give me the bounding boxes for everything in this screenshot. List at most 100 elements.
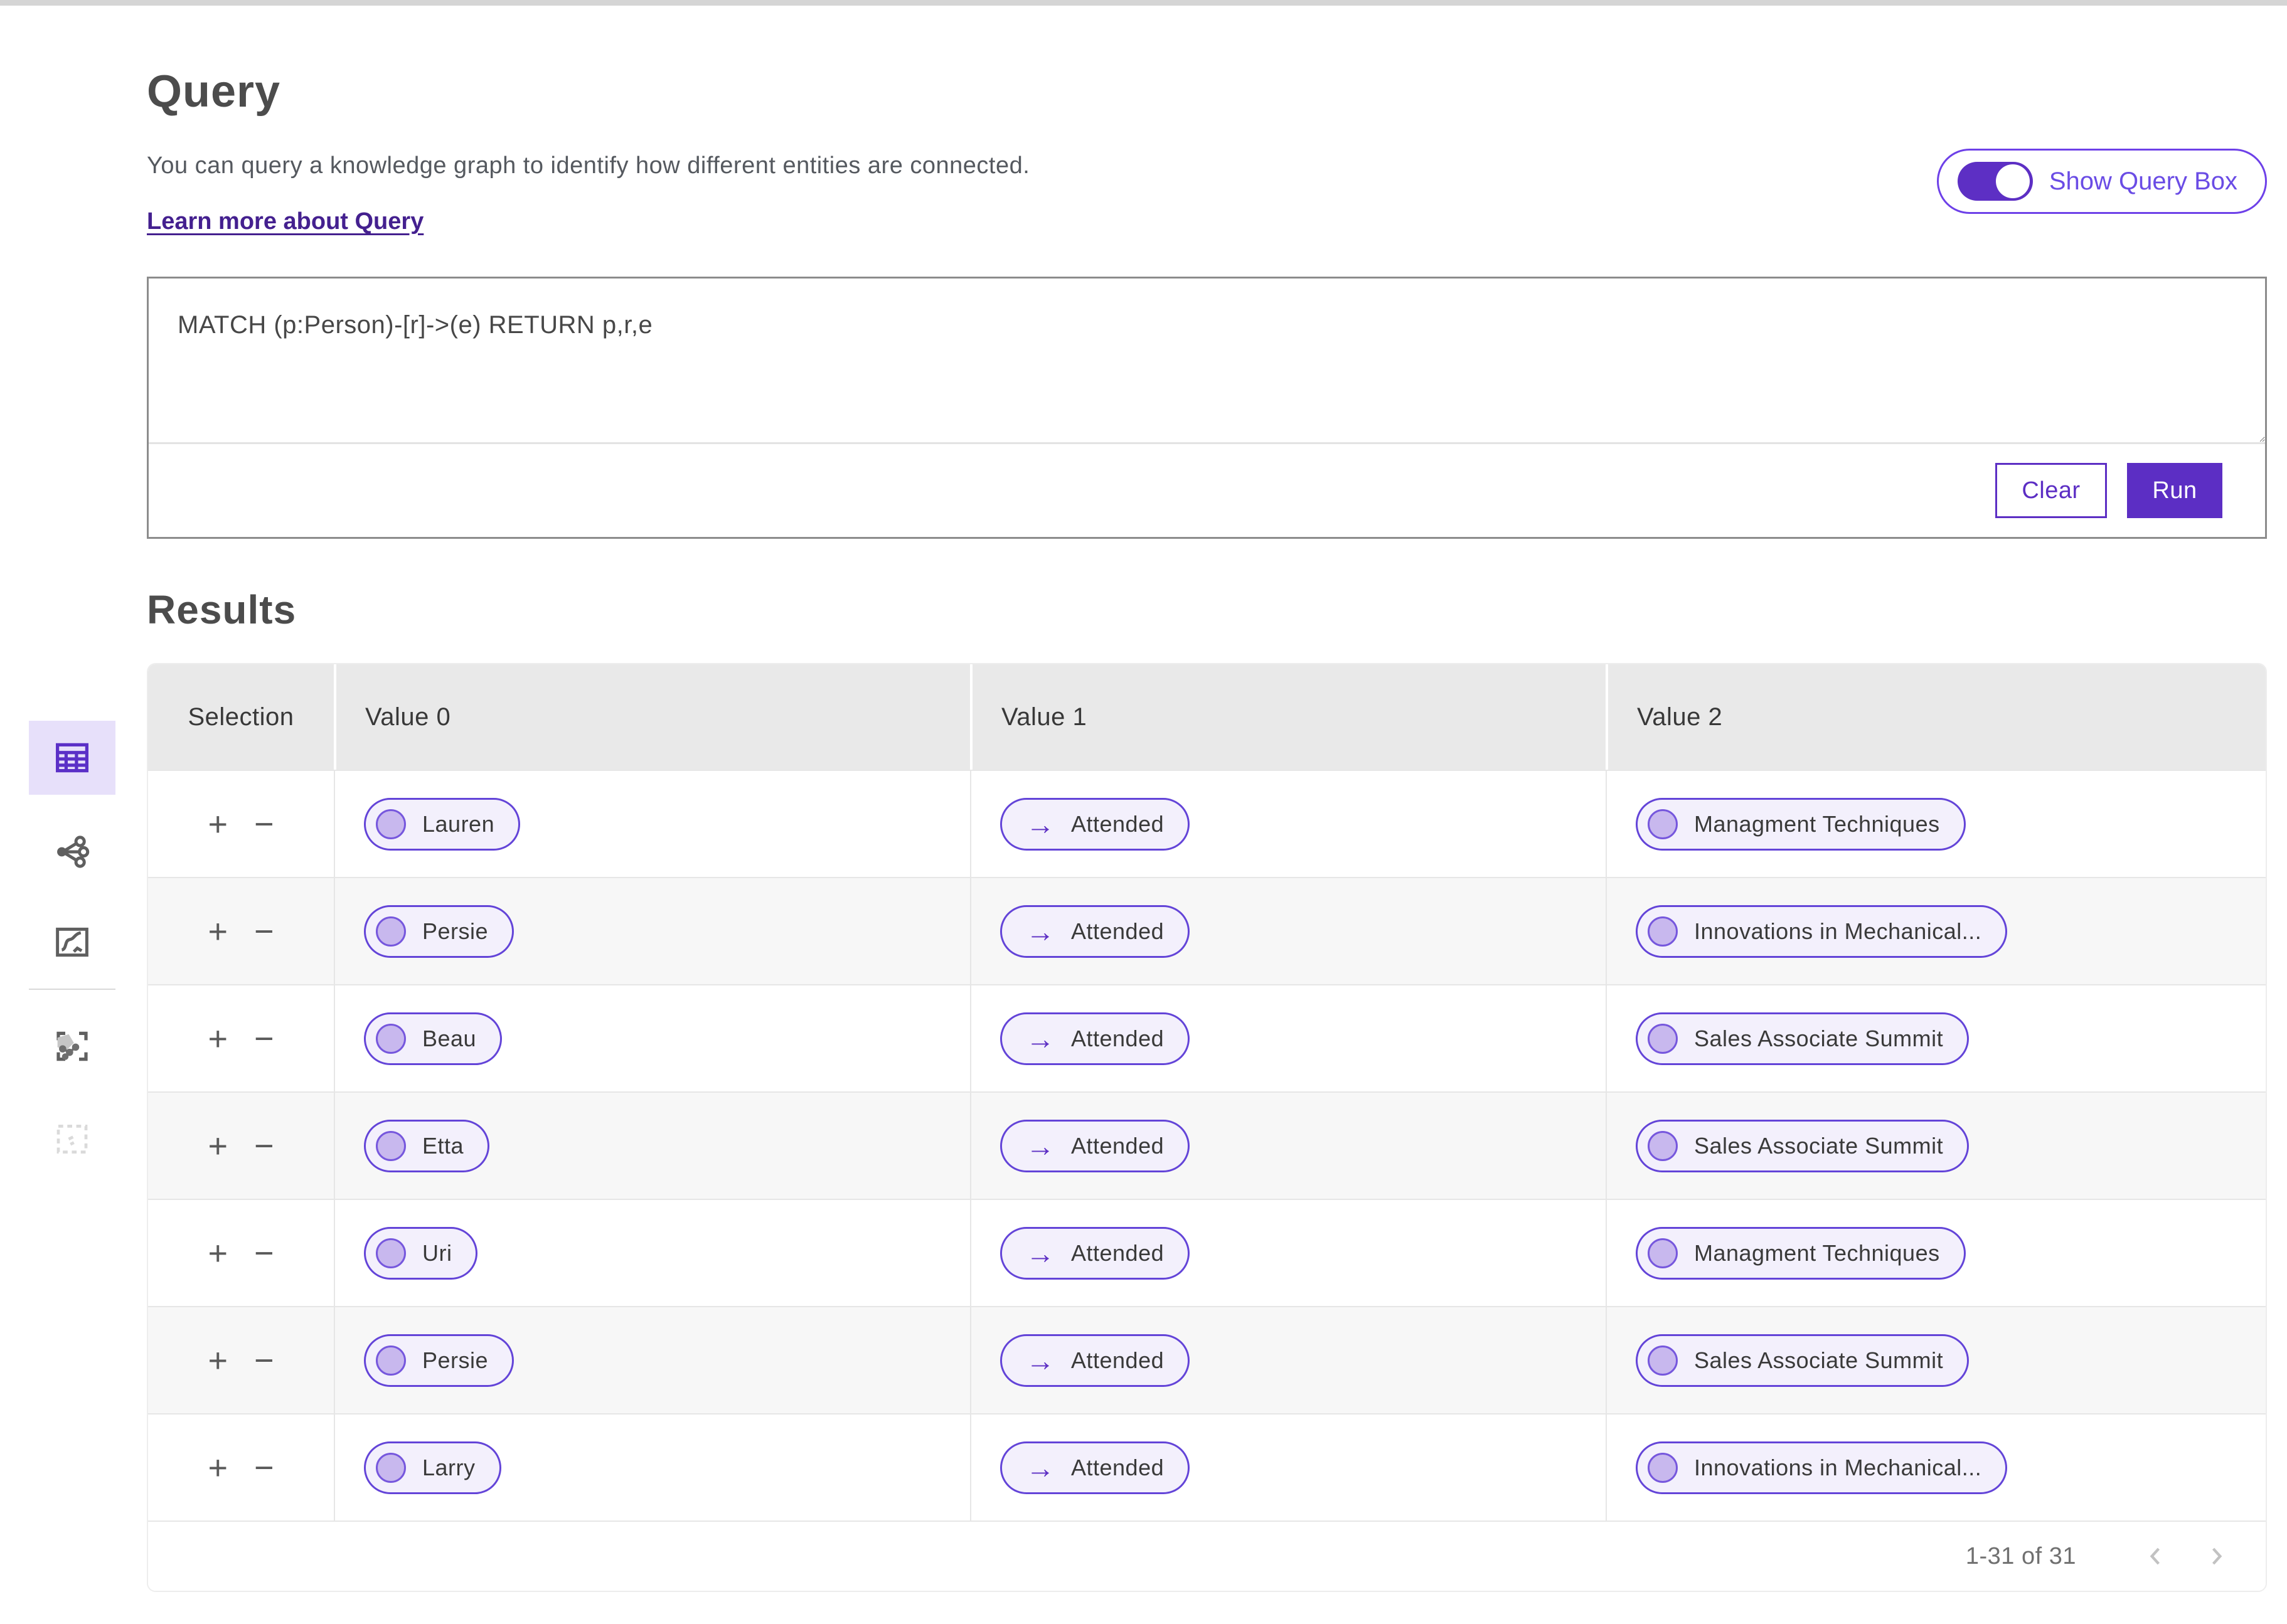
value1-cell: →Attended (970, 1414, 1606, 1521)
selection-cell: + − (148, 771, 334, 877)
next-page-button[interactable] (2200, 1540, 2233, 1573)
edge-pill[interactable]: →Attended (1000, 1334, 1190, 1387)
collapse-row-button[interactable]: − (250, 807, 278, 841)
selection-cell: + − (148, 1307, 334, 1413)
table-pagination: 1-31 of 31 (148, 1521, 2266, 1591)
edge-pill[interactable]: →Attended (1000, 905, 1190, 958)
value1-cell: →Attended (970, 1307, 1606, 1413)
learn-more-link[interactable]: Learn more about Query (147, 208, 424, 235)
node-label: Sales Associate Summit (1694, 1133, 1943, 1159)
expand-row-button[interactable]: + (204, 1022, 232, 1056)
page-title: Query (147, 66, 2267, 117)
edge-pill[interactable]: →Attended (1000, 1441, 1190, 1494)
node-pill[interactable]: Uri (364, 1227, 477, 1280)
collapse-row-button[interactable]: − (250, 1236, 278, 1270)
selection-cell: + − (148, 1093, 334, 1199)
value2-cell: Managment Techniques (1606, 1200, 2266, 1306)
node-pill[interactable]: Managment Techniques (1636, 798, 1966, 851)
collapse-row-button[interactable]: − (250, 1344, 278, 1377)
expand-icon (51, 1118, 93, 1160)
collapse-row-button[interactable]: − (250, 1022, 278, 1056)
table-row: + − Uri →Attended Managment Techniques (148, 1199, 2266, 1306)
node-pill[interactable]: Managment Techniques (1636, 1227, 1966, 1280)
intro-text: You can query a knowledge graph to ident… (147, 152, 1030, 235)
main-content: Query You can query a knowledge graph to… (0, 6, 2287, 1592)
node-circle-icon (1648, 809, 1678, 839)
expand-row-button[interactable]: + (204, 1451, 232, 1485)
node-pill[interactable]: Sales Associate Summit (1636, 1334, 1969, 1387)
table-row: + − Lauren →Attended Managment Technique… (148, 770, 2266, 877)
chart-view-button[interactable] (29, 921, 115, 963)
expand-row-button[interactable]: + (204, 1344, 232, 1377)
edge-pill[interactable]: →Attended (1000, 798, 1190, 851)
node-pill[interactable]: Innovations in Mechanical... (1636, 1441, 2007, 1494)
table-row: + − Beau →Attended Sales Associate Summi… (148, 984, 2266, 1091)
node-circle-icon (1648, 916, 1678, 947)
expand-row-button[interactable]: + (204, 915, 232, 948)
value2-cell: Sales Associate Summit (1606, 1093, 2266, 1199)
query-input[interactable]: MATCH (p:Person)-[r]->(e) RETURN p,r,e (149, 279, 2265, 444)
toggle-switch-icon (1958, 162, 2033, 201)
map-view-button[interactable] (29, 1026, 115, 1067)
value0-cell: Beau (334, 985, 970, 1091)
node-pill[interactable]: Persie (364, 905, 514, 958)
toggle-knob (1996, 164, 2030, 198)
page-description: You can query a knowledge graph to ident… (147, 152, 1030, 179)
table-view-button[interactable] (29, 721, 115, 795)
collapse-row-button[interactable]: − (250, 915, 278, 948)
node-circle-icon (1648, 1345, 1678, 1376)
node-pill[interactable]: Sales Associate Summit (1636, 1120, 1969, 1172)
selection-cell: + − (148, 1200, 334, 1306)
value1-cell: →Attended (970, 771, 1606, 877)
edge-pill[interactable]: →Attended (1000, 1227, 1190, 1280)
column-header-value2: Value 2 (1606, 664, 2266, 770)
toolbar-divider (29, 989, 115, 990)
edge-label: Attended (1071, 1133, 1164, 1159)
node-label: Managment Techniques (1694, 811, 1940, 837)
column-header-selection: Selection (148, 664, 334, 770)
query-footer: Clear Run (149, 444, 2265, 537)
node-pill[interactable]: Beau (364, 1012, 502, 1065)
value0-cell: Larry (334, 1414, 970, 1521)
node-label: Lauren (422, 811, 494, 837)
collapse-row-button[interactable]: − (250, 1129, 278, 1163)
edge-pill[interactable]: →Attended (1000, 1120, 1190, 1172)
node-circle-icon (376, 1345, 406, 1376)
expand-row-button[interactable]: + (204, 1236, 232, 1270)
expand-row-button[interactable]: + (204, 1129, 232, 1163)
node-pill[interactable]: Etta (364, 1120, 489, 1172)
node-circle-icon (376, 916, 406, 947)
collapse-row-button[interactable]: − (250, 1451, 278, 1485)
node-pill[interactable]: Persie (364, 1334, 514, 1387)
map-icon (51, 1026, 93, 1067)
node-circle-icon (1648, 1024, 1678, 1054)
node-pill[interactable]: Sales Associate Summit (1636, 1012, 1969, 1065)
show-query-box-toggle[interactable]: Show Query Box (1937, 149, 2267, 214)
value2-cell: Managment Techniques (1606, 771, 2266, 877)
clear-button[interactable]: Clear (1995, 463, 2107, 518)
run-button[interactable]: Run (2127, 463, 2222, 518)
node-label: Uri (422, 1240, 452, 1266)
node-circle-icon (1648, 1453, 1678, 1483)
expand-view-button[interactable] (29, 1118, 115, 1160)
edge-label: Attended (1071, 1347, 1164, 1374)
results-area: Selection Value 0 Value 1 Value 2 + − La… (147, 663, 2267, 1592)
table-row: + − Etta →Attended Sales Associate Summi… (148, 1091, 2266, 1199)
value1-cell: →Attended (970, 878, 1606, 984)
edge-label: Attended (1071, 1240, 1164, 1266)
edge-pill[interactable]: →Attended (1000, 1012, 1190, 1065)
node-pill[interactable]: Larry (364, 1441, 501, 1494)
value0-cell: Persie (334, 1307, 970, 1413)
expand-row-button[interactable]: + (204, 807, 232, 841)
value1-cell: →Attended (970, 1093, 1606, 1199)
chevron-right-icon (2200, 1540, 2233, 1573)
arrow-right-icon: → (1026, 810, 1055, 839)
node-pill[interactable]: Lauren (364, 798, 520, 851)
value2-cell: Innovations in Mechanical... (1606, 878, 2266, 984)
view-toolbar (29, 721, 115, 1160)
table-row: + − Larry →Attended Innovations in Mecha… (148, 1413, 2266, 1521)
previous-page-button[interactable] (2139, 1540, 2172, 1573)
node-pill[interactable]: Innovations in Mechanical... (1636, 905, 2007, 958)
graph-view-button[interactable] (29, 831, 115, 873)
node-label: Beau (422, 1026, 476, 1052)
